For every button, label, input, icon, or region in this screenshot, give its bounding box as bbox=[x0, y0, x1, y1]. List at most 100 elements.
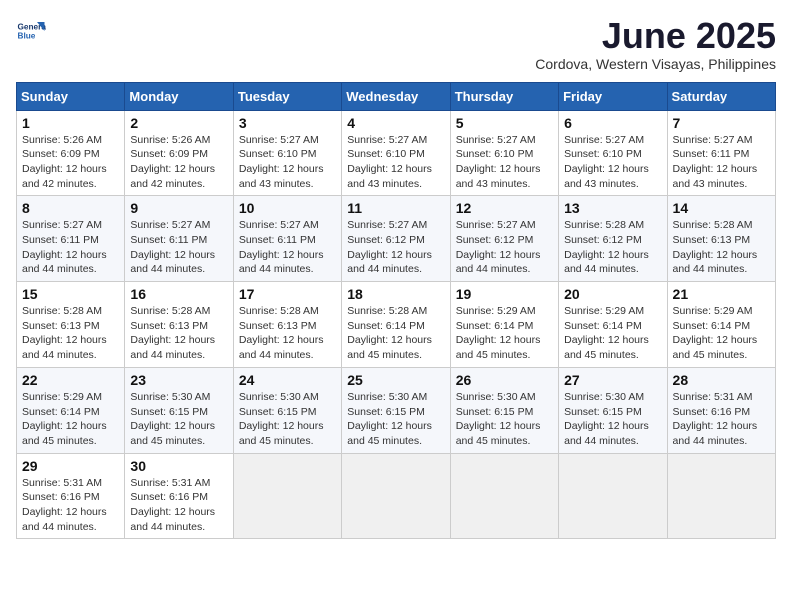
day-detail: Sunrise: 5:27 AMSunset: 6:10 PMDaylight:… bbox=[239, 134, 324, 190]
weekday-header: Sunday bbox=[17, 82, 125, 110]
day-detail: Sunrise: 5:31 AMSunset: 6:16 PMDaylight:… bbox=[130, 477, 215, 533]
day-number: 3 bbox=[239, 115, 336, 131]
day-number: 27 bbox=[564, 372, 661, 388]
day-number: 2 bbox=[130, 115, 227, 131]
day-number: 26 bbox=[456, 372, 553, 388]
calendar-day-cell: 14 Sunrise: 5:28 AMSunset: 6:13 PMDaylig… bbox=[667, 196, 775, 282]
day-number: 22 bbox=[22, 372, 119, 388]
calendar-day-cell: 8 Sunrise: 5:27 AMSunset: 6:11 PMDayligh… bbox=[17, 196, 125, 282]
day-detail: Sunrise: 5:30 AMSunset: 6:15 PMDaylight:… bbox=[239, 391, 324, 447]
calendar-table: SundayMondayTuesdayWednesdayThursdayFrid… bbox=[16, 82, 776, 540]
calendar-day-cell: 22 Sunrise: 5:29 AMSunset: 6:14 PMDaylig… bbox=[17, 367, 125, 453]
day-detail: Sunrise: 5:27 AMSunset: 6:10 PMDaylight:… bbox=[456, 134, 541, 190]
day-number: 17 bbox=[239, 286, 336, 302]
calendar-day-cell: 21 Sunrise: 5:29 AMSunset: 6:14 PMDaylig… bbox=[667, 282, 775, 368]
day-detail: Sunrise: 5:29 AMSunset: 6:14 PMDaylight:… bbox=[22, 391, 107, 447]
day-detail: Sunrise: 5:29 AMSunset: 6:14 PMDaylight:… bbox=[673, 305, 758, 361]
weekday-header: Wednesday bbox=[342, 82, 450, 110]
calendar-day-cell: 24 Sunrise: 5:30 AMSunset: 6:15 PMDaylig… bbox=[233, 367, 341, 453]
day-number: 9 bbox=[130, 200, 227, 216]
calendar-week-row: 1 Sunrise: 5:26 AMSunset: 6:09 PMDayligh… bbox=[17, 110, 776, 196]
calendar-day-cell: 11 Sunrise: 5:27 AMSunset: 6:12 PMDaylig… bbox=[342, 196, 450, 282]
day-detail: Sunrise: 5:29 AMSunset: 6:14 PMDaylight:… bbox=[456, 305, 541, 361]
day-detail: Sunrise: 5:27 AMSunset: 6:10 PMDaylight:… bbox=[564, 134, 649, 190]
calendar-day-cell bbox=[342, 453, 450, 539]
day-detail: Sunrise: 5:27 AMSunset: 6:12 PMDaylight:… bbox=[347, 219, 432, 275]
calendar-day-cell: 6 Sunrise: 5:27 AMSunset: 6:10 PMDayligh… bbox=[559, 110, 667, 196]
weekday-header: Friday bbox=[559, 82, 667, 110]
weekday-header: Tuesday bbox=[233, 82, 341, 110]
calendar-header: SundayMondayTuesdayWednesdayThursdayFrid… bbox=[17, 82, 776, 110]
calendar-day-cell: 9 Sunrise: 5:27 AMSunset: 6:11 PMDayligh… bbox=[125, 196, 233, 282]
calendar-title: June 2025 bbox=[535, 16, 776, 56]
day-detail: Sunrise: 5:27 AMSunset: 6:11 PMDaylight:… bbox=[673, 134, 758, 190]
day-number: 14 bbox=[673, 200, 770, 216]
calendar-day-cell: 26 Sunrise: 5:30 AMSunset: 6:15 PMDaylig… bbox=[450, 367, 558, 453]
calendar-day-cell: 19 Sunrise: 5:29 AMSunset: 6:14 PMDaylig… bbox=[450, 282, 558, 368]
calendar-week-row: 22 Sunrise: 5:29 AMSunset: 6:14 PMDaylig… bbox=[17, 367, 776, 453]
day-number: 21 bbox=[673, 286, 770, 302]
day-number: 7 bbox=[673, 115, 770, 131]
day-detail: Sunrise: 5:28 AMSunset: 6:13 PMDaylight:… bbox=[239, 305, 324, 361]
calendar-day-cell: 29 Sunrise: 5:31 AMSunset: 6:16 PMDaylig… bbox=[17, 453, 125, 539]
day-number: 23 bbox=[130, 372, 227, 388]
page-header: General Blue June 2025 Cordova, Western … bbox=[16, 16, 776, 72]
day-detail: Sunrise: 5:27 AMSunset: 6:10 PMDaylight:… bbox=[347, 134, 432, 190]
calendar-day-cell: 28 Sunrise: 5:31 AMSunset: 6:16 PMDaylig… bbox=[667, 367, 775, 453]
day-detail: Sunrise: 5:30 AMSunset: 6:15 PMDaylight:… bbox=[130, 391, 215, 447]
title-area: June 2025 Cordova, Western Visayas, Phil… bbox=[535, 16, 776, 72]
day-number: 8 bbox=[22, 200, 119, 216]
day-number: 28 bbox=[673, 372, 770, 388]
calendar-week-row: 15 Sunrise: 5:28 AMSunset: 6:13 PMDaylig… bbox=[17, 282, 776, 368]
calendar-day-cell: 20 Sunrise: 5:29 AMSunset: 6:14 PMDaylig… bbox=[559, 282, 667, 368]
day-detail: Sunrise: 5:31 AMSunset: 6:16 PMDaylight:… bbox=[673, 391, 758, 447]
calendar-day-cell: 23 Sunrise: 5:30 AMSunset: 6:15 PMDaylig… bbox=[125, 367, 233, 453]
calendar-day-cell: 12 Sunrise: 5:27 AMSunset: 6:12 PMDaylig… bbox=[450, 196, 558, 282]
calendar-day-cell: 18 Sunrise: 5:28 AMSunset: 6:14 PMDaylig… bbox=[342, 282, 450, 368]
day-number: 10 bbox=[239, 200, 336, 216]
day-number: 12 bbox=[456, 200, 553, 216]
calendar-day-cell: 30 Sunrise: 5:31 AMSunset: 6:16 PMDaylig… bbox=[125, 453, 233, 539]
day-detail: Sunrise: 5:27 AMSunset: 6:11 PMDaylight:… bbox=[22, 219, 107, 275]
day-detail: Sunrise: 5:26 AMSunset: 6:09 PMDaylight:… bbox=[22, 134, 107, 190]
logo: General Blue bbox=[16, 16, 46, 46]
svg-text:Blue: Blue bbox=[18, 32, 36, 41]
day-number: 30 bbox=[130, 458, 227, 474]
day-detail: Sunrise: 5:29 AMSunset: 6:14 PMDaylight:… bbox=[564, 305, 649, 361]
calendar-day-cell: 25 Sunrise: 5:30 AMSunset: 6:15 PMDaylig… bbox=[342, 367, 450, 453]
calendar-day-cell: 27 Sunrise: 5:30 AMSunset: 6:15 PMDaylig… bbox=[559, 367, 667, 453]
calendar-day-cell: 7 Sunrise: 5:27 AMSunset: 6:11 PMDayligh… bbox=[667, 110, 775, 196]
calendar-day-cell: 4 Sunrise: 5:27 AMSunset: 6:10 PMDayligh… bbox=[342, 110, 450, 196]
day-number: 6 bbox=[564, 115, 661, 131]
calendar-week-row: 8 Sunrise: 5:27 AMSunset: 6:11 PMDayligh… bbox=[17, 196, 776, 282]
day-detail: Sunrise: 5:31 AMSunset: 6:16 PMDaylight:… bbox=[22, 477, 107, 533]
day-detail: Sunrise: 5:27 AMSunset: 6:11 PMDaylight:… bbox=[130, 219, 215, 275]
calendar-week-row: 29 Sunrise: 5:31 AMSunset: 6:16 PMDaylig… bbox=[17, 453, 776, 539]
calendar-day-cell: 5 Sunrise: 5:27 AMSunset: 6:10 PMDayligh… bbox=[450, 110, 558, 196]
day-number: 11 bbox=[347, 200, 444, 216]
calendar-day-cell bbox=[559, 453, 667, 539]
day-number: 25 bbox=[347, 372, 444, 388]
day-detail: Sunrise: 5:28 AMSunset: 6:13 PMDaylight:… bbox=[673, 219, 758, 275]
day-detail: Sunrise: 5:28 AMSunset: 6:12 PMDaylight:… bbox=[564, 219, 649, 275]
day-detail: Sunrise: 5:26 AMSunset: 6:09 PMDaylight:… bbox=[130, 134, 215, 190]
calendar-subtitle: Cordova, Western Visayas, Philippines bbox=[535, 56, 776, 72]
day-number: 13 bbox=[564, 200, 661, 216]
calendar-day-cell: 10 Sunrise: 5:27 AMSunset: 6:11 PMDaylig… bbox=[233, 196, 341, 282]
day-number: 24 bbox=[239, 372, 336, 388]
logo-icon: General Blue bbox=[16, 16, 46, 46]
day-number: 20 bbox=[564, 286, 661, 302]
day-number: 16 bbox=[130, 286, 227, 302]
day-detail: Sunrise: 5:27 AMSunset: 6:11 PMDaylight:… bbox=[239, 219, 324, 275]
calendar-day-cell: 17 Sunrise: 5:28 AMSunset: 6:13 PMDaylig… bbox=[233, 282, 341, 368]
calendar-day-cell: 2 Sunrise: 5:26 AMSunset: 6:09 PMDayligh… bbox=[125, 110, 233, 196]
weekday-header: Monday bbox=[125, 82, 233, 110]
day-detail: Sunrise: 5:30 AMSunset: 6:15 PMDaylight:… bbox=[347, 391, 432, 447]
day-number: 29 bbox=[22, 458, 119, 474]
day-detail: Sunrise: 5:30 AMSunset: 6:15 PMDaylight:… bbox=[564, 391, 649, 447]
calendar-day-cell: 15 Sunrise: 5:28 AMSunset: 6:13 PMDaylig… bbox=[17, 282, 125, 368]
day-number: 18 bbox=[347, 286, 444, 302]
day-number: 5 bbox=[456, 115, 553, 131]
day-detail: Sunrise: 5:30 AMSunset: 6:15 PMDaylight:… bbox=[456, 391, 541, 447]
calendar-day-cell: 16 Sunrise: 5:28 AMSunset: 6:13 PMDaylig… bbox=[125, 282, 233, 368]
